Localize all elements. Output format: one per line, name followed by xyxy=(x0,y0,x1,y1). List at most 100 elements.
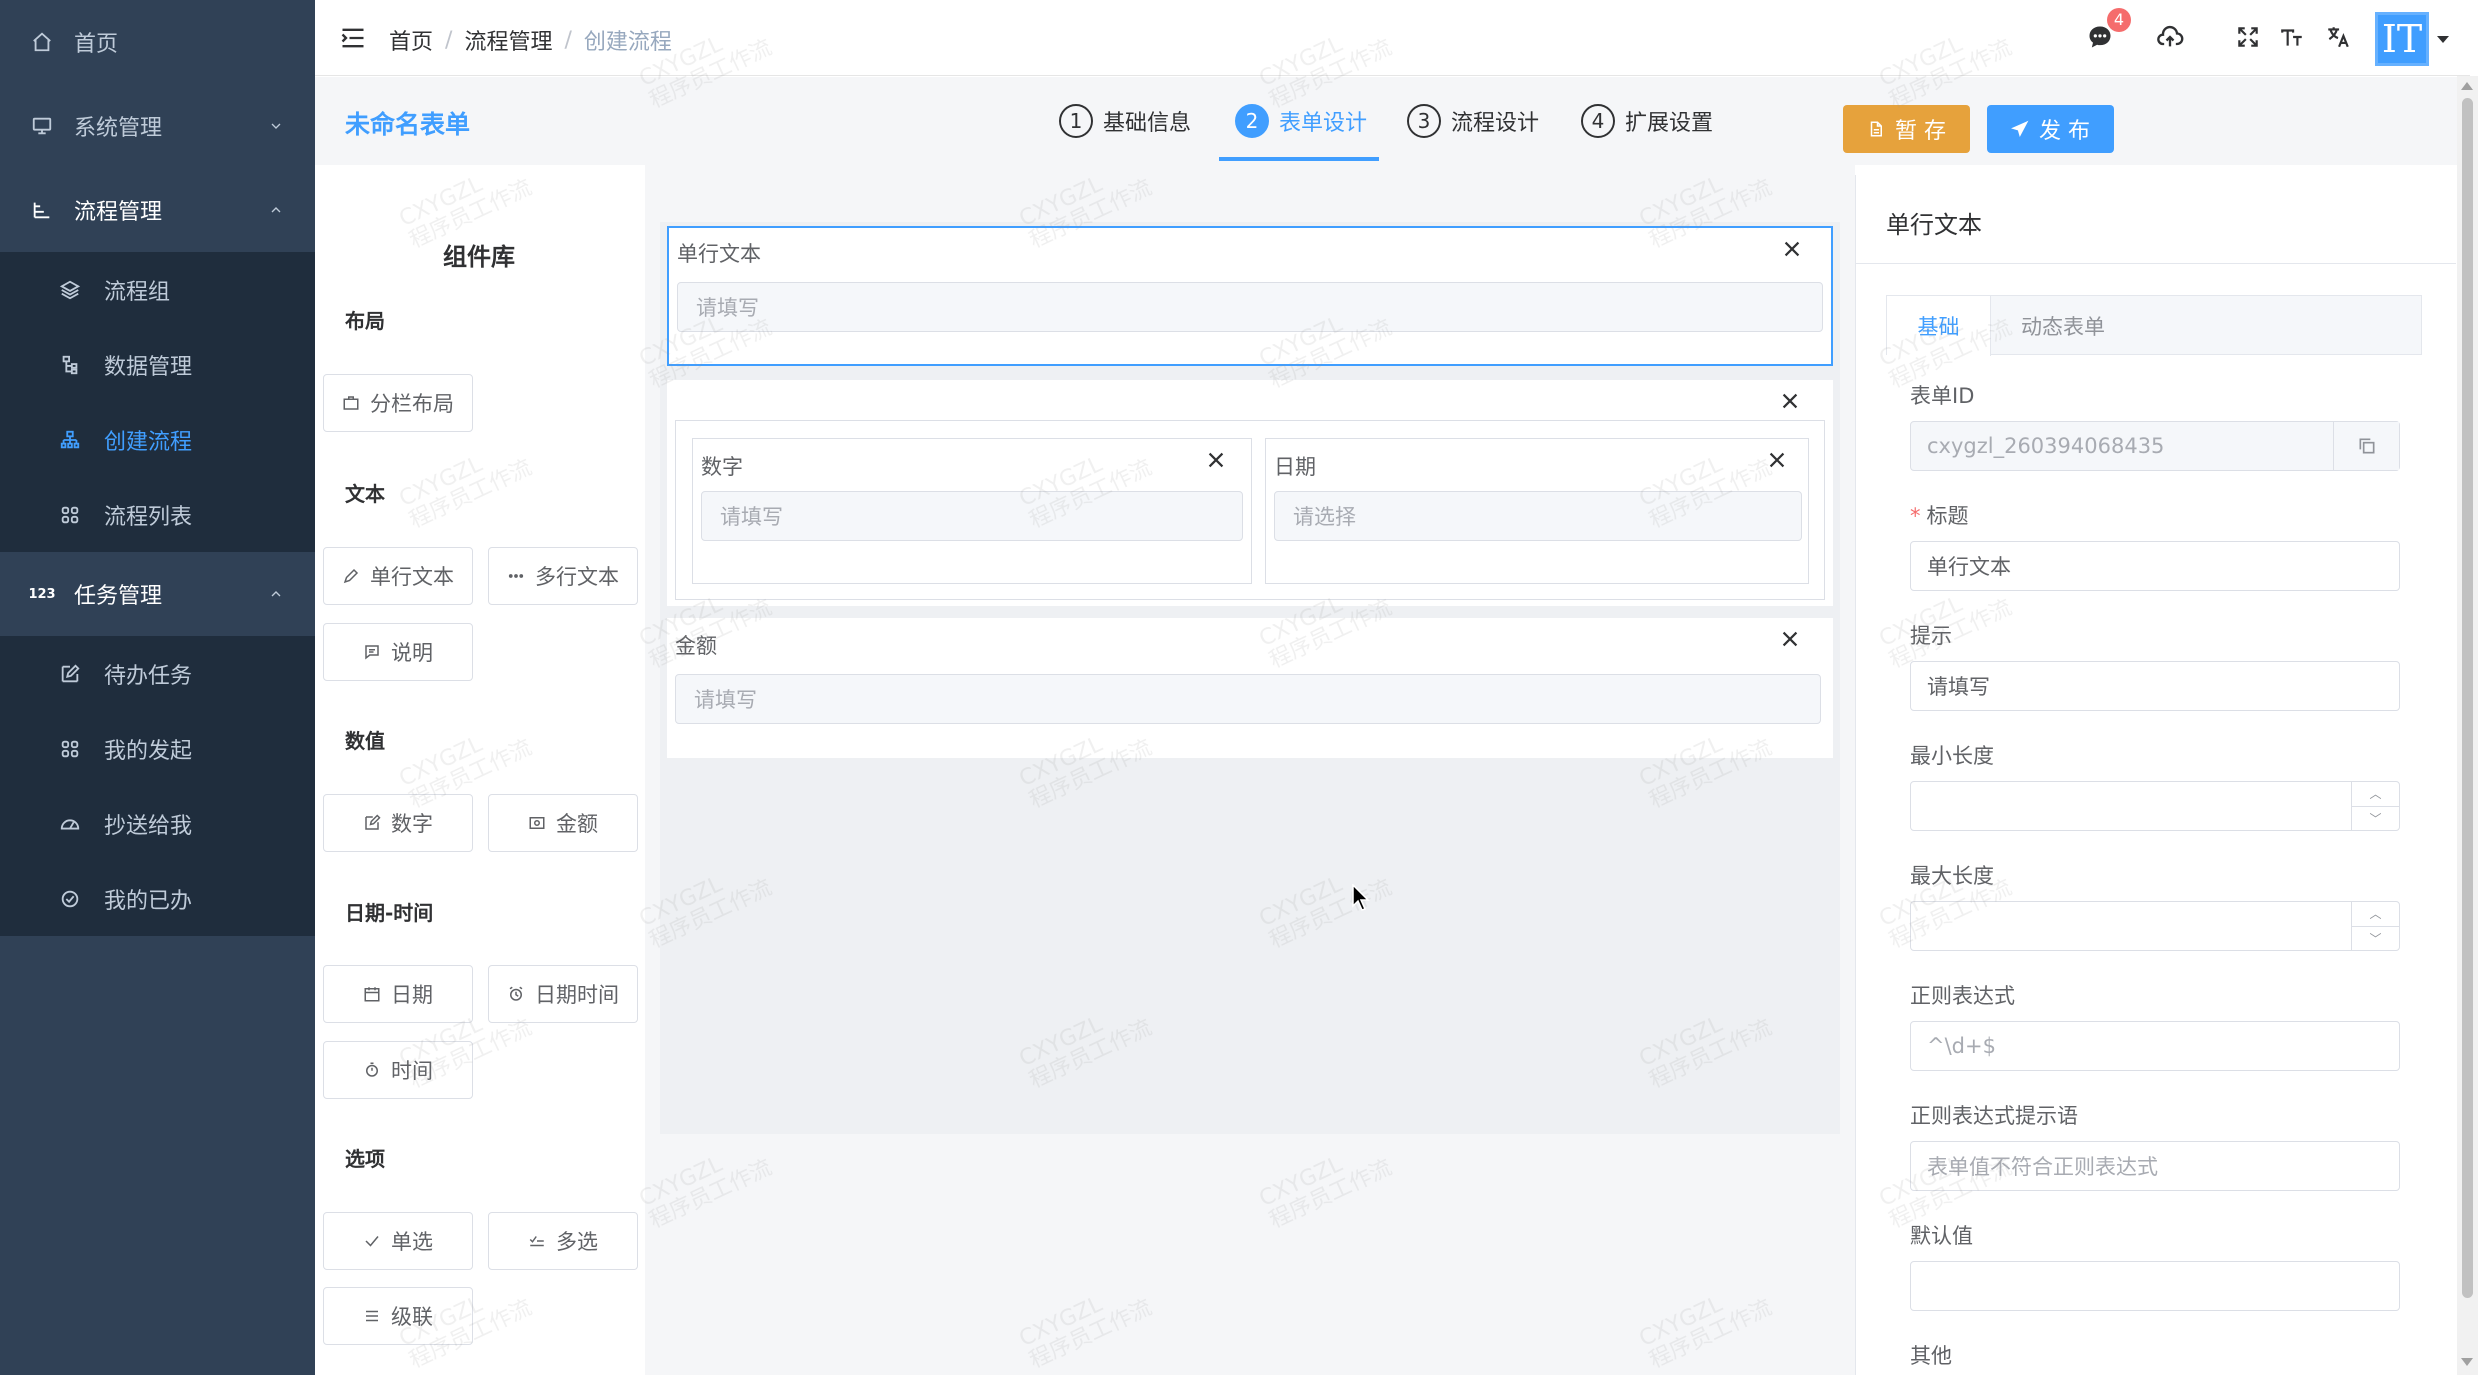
max-length-field[interactable]: ︿ ﹀ xyxy=(1910,901,2400,951)
font-size-icon[interactable] xyxy=(2277,22,2307,52)
component-single-text[interactable]: 单行文本 xyxy=(323,547,473,605)
other-label: 其他 xyxy=(1910,1344,1952,1368)
close-icon[interactable] xyxy=(1779,390,1801,412)
component-label: 日期时间 xyxy=(535,983,619,1007)
copy-button[interactable] xyxy=(2333,422,2399,470)
increase-icon[interactable]: ︿ xyxy=(2352,902,2399,927)
regex-message-field[interactable]: 表单值不符合正则表达式 xyxy=(1910,1141,2400,1191)
chevron-up-icon xyxy=(267,585,285,603)
sidebar-item-cc-me[interactable]: 抄送给我 xyxy=(0,786,315,861)
component-amount[interactable]: 金额 xyxy=(488,794,638,852)
sidebar-item-create-flow[interactable]: 创建流程 xyxy=(0,402,315,477)
page-scrollbar[interactable] xyxy=(2457,76,2478,1375)
sidebar-item-my-started[interactable]: 我的发起 xyxy=(0,711,315,786)
tab-basic[interactable]: 基础 xyxy=(1887,296,1991,356)
org-chart-icon xyxy=(58,428,82,452)
component-label: 日期 xyxy=(391,983,433,1007)
column-right[interactable]: 日期 请选择 xyxy=(1265,438,1809,584)
breadcrumb-home[interactable]: 首页 xyxy=(389,24,433,56)
sidebar-item-system[interactable]: 系统管理 xyxy=(0,84,315,168)
fullscreen-icon[interactable] xyxy=(2233,22,2263,52)
submenu-task: 待办任务 我的发起 抄送给我 我的已办 xyxy=(0,636,315,936)
component-label: 单行文本 xyxy=(370,565,454,589)
component-time[interactable]: 时间 xyxy=(323,1041,473,1099)
edit-icon xyxy=(365,814,381,830)
component-date[interactable]: 日期 xyxy=(323,965,473,1023)
field-label: 数字 xyxy=(701,455,743,479)
grid-icon xyxy=(58,503,82,527)
save-label: 暂 存 xyxy=(1895,119,1946,144)
max-length-label: 最大长度 xyxy=(1910,864,1994,888)
title-field[interactable]: 单行文本 xyxy=(1910,541,2400,591)
canvas-field-single-text[interactable]: 单行文本 请填写 xyxy=(667,226,1833,366)
component-description[interactable]: 说明 xyxy=(323,623,473,681)
grid-icon xyxy=(58,737,82,761)
component-columns[interactable]: 分栏布局 xyxy=(323,374,473,432)
step-form-design[interactable]: 2 表单设计 xyxy=(1235,104,1367,138)
step-flow-design[interactable]: 3 流程设计 xyxy=(1407,104,1539,138)
sidebar-item-flow-list[interactable]: 流程列表 xyxy=(0,477,315,552)
pen-icon xyxy=(343,568,359,584)
component-checkbox[interactable]: 多选 xyxy=(488,1212,638,1270)
close-icon[interactable] xyxy=(1205,449,1227,471)
sidebar-item-flow-group[interactable]: 流程组 xyxy=(0,252,315,327)
component-label: 数字 xyxy=(391,812,433,836)
avatar[interactable]: IT xyxy=(2375,12,2429,66)
step-number: 3 xyxy=(1407,104,1441,138)
send-icon xyxy=(2011,120,2029,137)
decrease-icon[interactable]: ﹀ xyxy=(2352,807,2399,831)
title-label: * 标题 xyxy=(1910,500,1969,530)
component-multi-text[interactable]: 多行文本 xyxy=(488,547,638,605)
decrease-icon[interactable]: ﹀ xyxy=(2352,927,2399,951)
sidebar-item-flow[interactable]: 流程管理 xyxy=(0,168,315,252)
scroll-down-icon[interactable] xyxy=(2461,1358,2473,1366)
publish-button[interactable]: 发 布 xyxy=(1987,105,2114,153)
navbar: 首页 / 流程管理 / 创建流程 4 IT xyxy=(315,0,2470,76)
hamburger-icon[interactable] xyxy=(339,24,367,52)
min-length-field[interactable]: ︿ ﹀ xyxy=(1910,781,2400,831)
default-value-field[interactable] xyxy=(1910,1261,2400,1311)
component-cascade[interactable]: 级联 xyxy=(323,1287,473,1345)
tab-dynamic-form[interactable]: 动态表单 xyxy=(1991,296,2135,356)
close-icon[interactable] xyxy=(1781,238,1803,260)
hint-field[interactable]: 请填写 xyxy=(1910,661,2400,711)
canvas-field-amount[interactable]: 金额 请填写 xyxy=(667,618,1833,758)
sidebar-item-data-manage[interactable]: 数据管理 xyxy=(0,327,315,402)
title-label-text: 标题 xyxy=(1926,504,1969,528)
scroll-thumb[interactable] xyxy=(2462,98,2473,1298)
close-icon[interactable] xyxy=(1766,449,1788,471)
number-stepper[interactable]: ︿ ﹀ xyxy=(2351,782,2399,830)
sidebar-item-my-done[interactable]: 我的已办 xyxy=(0,861,315,936)
sidebar-item-label: 系统管理 xyxy=(74,116,163,141)
message-icon[interactable]: 4 xyxy=(2085,8,2131,52)
number-stepper[interactable]: ︿ ﹀ xyxy=(2351,902,2399,950)
sidebar-item-home[interactable]: 首页 xyxy=(0,0,315,84)
sidebar-item-label: 首页 xyxy=(74,32,119,57)
sidebar-item-label: 创建流程 xyxy=(104,429,193,455)
caret-down-icon[interactable] xyxy=(2437,36,2449,43)
group-options-title: 选项 xyxy=(345,1147,385,1171)
translate-icon[interactable] xyxy=(2323,22,2353,52)
close-icon[interactable] xyxy=(1779,628,1801,650)
breadcrumb-flow-manage[interactable]: 流程管理 xyxy=(464,24,552,56)
save-draft-button[interactable]: 暂 存 xyxy=(1843,105,1970,153)
canvas-field-columns[interactable]: 数字 请填写 日期 请选择 xyxy=(667,380,1833,606)
regex-field[interactable]: ^\d+$ xyxy=(1910,1021,2400,1071)
component-number[interactable]: 数字 xyxy=(323,794,473,852)
scroll-up-icon[interactable] xyxy=(2461,82,2473,90)
increase-icon[interactable]: ︿ xyxy=(2352,782,2399,807)
group-number-title: 数值 xyxy=(345,729,385,753)
component-label: 金额 xyxy=(556,812,598,836)
sidebar-item-label: 待办任务 xyxy=(104,663,193,689)
form-id-label: 表单ID xyxy=(1910,384,1975,408)
step-basic-info[interactable]: 1 基础信息 xyxy=(1059,104,1191,138)
sidebar-item-task[interactable]: 123 任务管理 xyxy=(0,552,315,636)
sidebar-item-todo[interactable]: 待办任务 xyxy=(0,636,315,711)
column-left[interactable]: 数字 请填写 xyxy=(692,438,1252,584)
component-datetime[interactable]: 日期时间 xyxy=(488,965,638,1023)
step-extended-settings[interactable]: 4 扩展设置 xyxy=(1581,104,1713,138)
upload-cloud-icon[interactable] xyxy=(2155,22,2185,52)
component-radio[interactable]: 单选 xyxy=(323,1212,473,1270)
form-title[interactable]: 未命名表单 xyxy=(345,105,470,141)
group-layout-title: 布局 xyxy=(345,309,385,333)
